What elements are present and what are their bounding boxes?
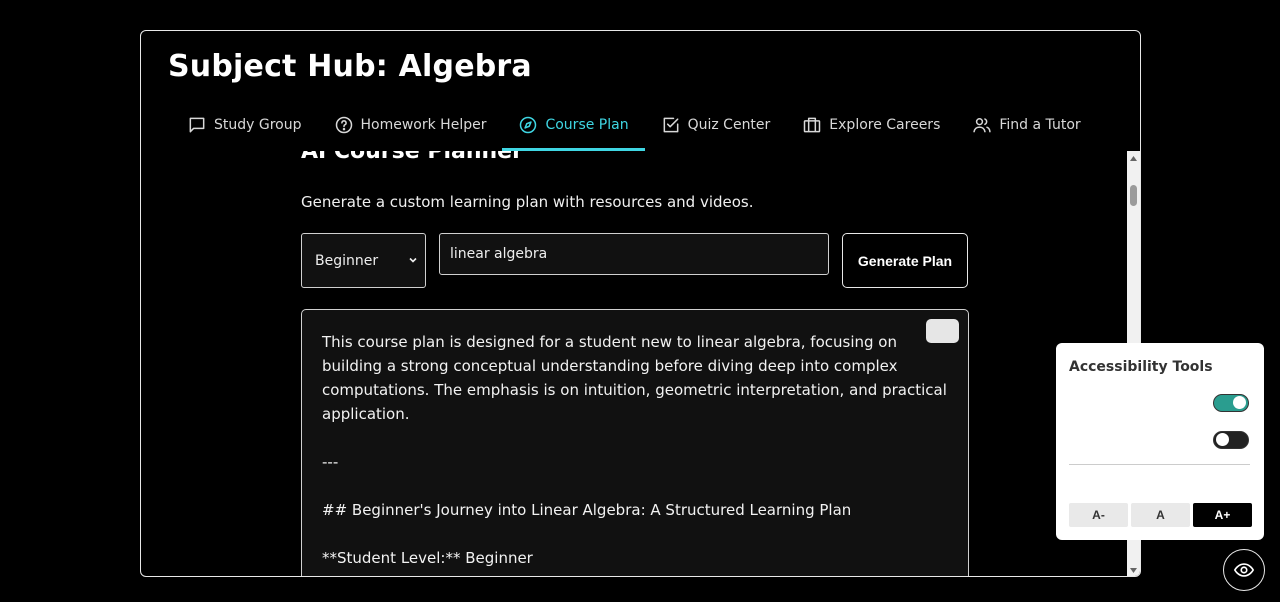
plan-separator: ---	[322, 453, 339, 471]
plan-heading: ## Beginner's Journey into Linear Algebr…	[322, 501, 852, 519]
accessibility-title: Accessibility Tools	[1069, 359, 1213, 375]
chat-icon	[189, 117, 205, 133]
tab-homework-helper[interactable]: Homework Helper	[318, 109, 503, 141]
users-icon	[973, 118, 992, 133]
tab-quiz-center[interactable]: Quiz Center	[645, 109, 787, 141]
level-select-value: Beginner	[315, 252, 379, 269]
chevron-down-icon	[409, 257, 417, 263]
toggle-knob	[1216, 433, 1229, 446]
planner-title-text: AI Course Planner	[301, 151, 523, 164]
tab-label: Explore Careers	[829, 117, 941, 133]
course-plan-output: This course plan is designed for a stude…	[301, 309, 969, 576]
planner-description: Generate a custom learning plan with res…	[301, 193, 754, 211]
tab-label: Find a Tutor	[999, 117, 1081, 133]
tab-label: Quiz Center	[687, 117, 771, 133]
tab-course-plan[interactable]: Course Plan	[502, 109, 645, 151]
scrollbar-thumb[interactable]	[1130, 185, 1137, 206]
compass-icon	[520, 116, 537, 134]
toggle-knob	[1233, 396, 1246, 409]
accessibility-toggle-button[interactable]	[1223, 549, 1265, 591]
tab-explore-careers[interactable]: Explore Careers	[786, 109, 956, 141]
topic-input-value: linear algebra	[450, 246, 548, 262]
font-reset-button[interactable]: A	[1131, 503, 1190, 527]
accessibility-toggle-2[interactable]	[1213, 431, 1249, 449]
help-circle-icon	[335, 116, 352, 134]
page-title: Subject Hub: Algebra	[168, 49, 532, 84]
font-decrease-button[interactable]: A-	[1069, 503, 1128, 527]
copy-button[interactable]	[926, 319, 959, 343]
eye-icon	[1233, 563, 1255, 577]
course-plan-panel: AI Course Planner Generate a custom lear…	[141, 151, 1127, 576]
font-increase-button[interactable]: A+	[1193, 503, 1252, 527]
divider	[1069, 464, 1250, 465]
level-select[interactable]: Beginner	[301, 233, 426, 288]
tab-find-a-tutor[interactable]: Find a Tutor	[956, 109, 1096, 141]
tab-study-group[interactable]: Study Group	[171, 109, 318, 141]
plan-student-level: **Student Level:** Beginner	[322, 549, 533, 567]
tab-label: Study Group	[214, 117, 302, 133]
accessibility-toggle-1[interactable]	[1213, 394, 1249, 412]
planner-title: AI Course Planner	[301, 151, 523, 175]
tab-label: Course Plan	[545, 117, 629, 133]
plan-intro: This course plan is designed for a stude…	[322, 333, 947, 423]
scroll-down-arrow-icon[interactable]	[1129, 566, 1138, 575]
topic-input[interactable]: linear algebra	[439, 233, 829, 275]
accessibility-panel: Accessibility Tools A- A A+	[1056, 343, 1264, 540]
subject-hub-card: Subject Hub: Algebra Study Group Homewor…	[140, 30, 1141, 577]
generate-plan-button[interactable]: Generate Plan	[842, 233, 968, 288]
font-size-controls: A- A A+	[1069, 503, 1252, 527]
checkbox-icon	[663, 117, 679, 133]
briefcase-icon	[804, 117, 821, 133]
scroll-up-arrow-icon[interactable]	[1129, 154, 1138, 163]
tab-bar: Study Group Homework Helper Course Plan …	[171, 109, 1097, 151]
tab-label: Homework Helper	[360, 117, 487, 133]
